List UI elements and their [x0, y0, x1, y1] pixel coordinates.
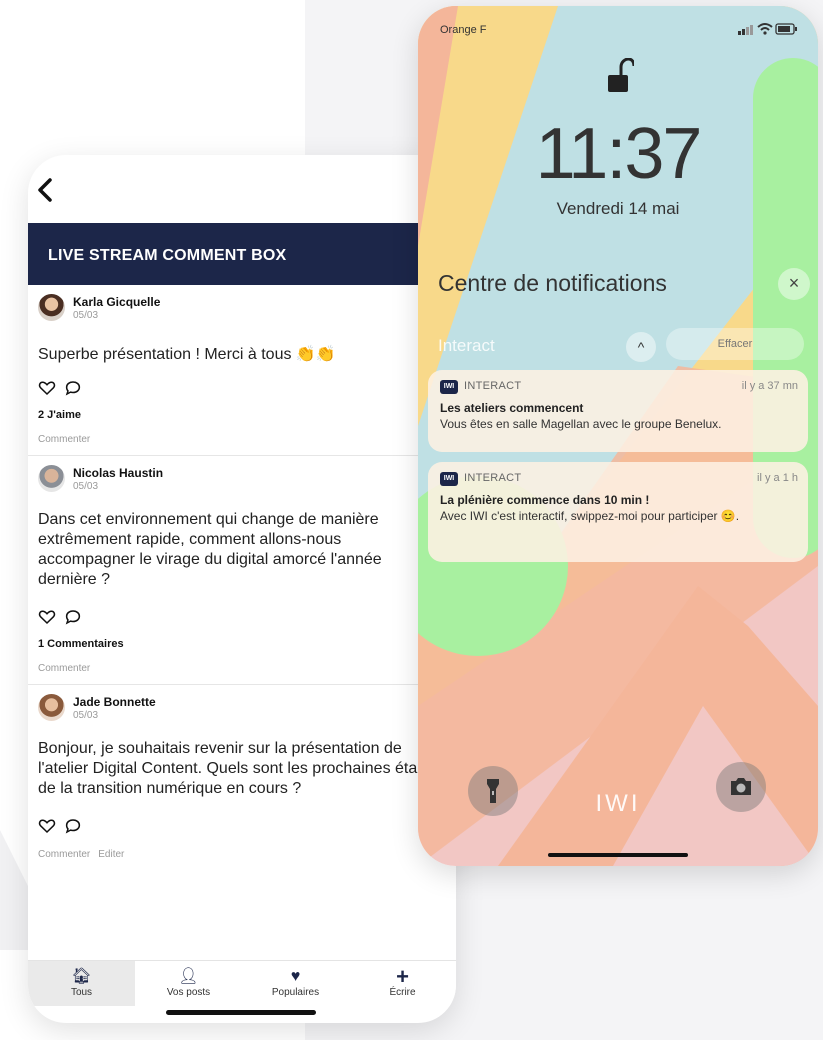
plus-icon: +	[396, 964, 409, 989]
unlocked-icon	[608, 58, 634, 92]
heart-icon: ♥	[290, 968, 301, 985]
comment-post: Nicolas Haustin 05/03 Dans cet environne…	[28, 456, 456, 685]
avatar	[38, 294, 65, 321]
collapse-button[interactable]: ^	[626, 332, 656, 362]
comment-icon[interactable]	[64, 379, 82, 397]
notification-time: il y a 37 mn	[741, 380, 798, 392]
tab-populaires[interactable]: ♥ Populaires	[242, 961, 349, 1006]
chevron-up-icon: ^	[637, 339, 645, 355]
home-icon: 🏠︎	[71, 968, 92, 985]
notification-card[interactable]: IWI INTERACT il y a 37 mn Les ateliers c…	[428, 370, 808, 452]
lockscreen-phone: Orange F 11:37 Vendredi 14 mai Centre de…	[418, 6, 818, 866]
heart-icon[interactable]	[38, 817, 56, 835]
back-button[interactable]	[36, 177, 66, 211]
avatar	[38, 694, 65, 721]
post-text: Bonjour, je souhaitais revenir sur la pr…	[38, 740, 444, 797]
tab-label: Écrire	[389, 987, 416, 998]
battery-icon	[775, 23, 797, 35]
home-indicator[interactable]	[166, 1010, 316, 1015]
notification-body: Avec IWI c'est interactif, swippez-moi p…	[440, 509, 740, 523]
notification-title: La plénière commence dans 10 min !	[440, 493, 650, 507]
user-icon: 👤︎	[178, 968, 199, 985]
avatar	[38, 465, 65, 492]
page-title: LIVE STREAM COMMENT BOX	[28, 223, 456, 285]
close-button[interactable]: ×	[778, 268, 810, 300]
tab-ecrire[interactable]: + Écrire	[349, 961, 456, 1006]
notification-time: il y a 1 h	[757, 472, 798, 484]
post-text: Superbe présentation ! Merci à tous 👏👏	[38, 346, 336, 363]
comment-app-phone: LIVE STREAM COMMENT BOX Karla Gicquelle …	[28, 155, 456, 1023]
status-icons	[738, 23, 797, 35]
clear-button[interactable]: Effacer	[666, 328, 804, 360]
comment-feed: Karla Gicquelle 05/03 Superbe présentati…	[28, 285, 456, 863]
post-date: 05/03	[73, 481, 99, 492]
comment-link[interactable]: Commenter	[38, 849, 90, 863]
heart-icon[interactable]	[38, 608, 56, 626]
notification-app-name: INTERACT	[464, 472, 522, 484]
tab-label: Vos posts	[166, 987, 211, 998]
notification-body: Vous êtes en salle Magellan avec le grou…	[440, 417, 722, 431]
post-date: 05/03	[73, 310, 99, 321]
post-date: 05/03	[73, 710, 99, 721]
wifi-icon	[757, 23, 773, 35]
notification-center-title: Centre de notifications	[438, 270, 667, 296]
tab-label: Populaires	[271, 987, 320, 998]
app-icon: IWI	[440, 472, 458, 486]
notification-group-label: Interact	[438, 336, 495, 355]
home-indicator[interactable]	[548, 853, 688, 857]
signal-icon	[738, 25, 753, 35]
comment-icon[interactable]	[64, 817, 82, 835]
edit-link[interactable]: Editer	[98, 849, 124, 863]
carrier-label: Orange F	[440, 24, 487, 36]
author-name: Nicolas Haustin	[73, 466, 164, 480]
heart-icon[interactable]	[38, 379, 56, 397]
comment-link[interactable]: Commenter	[38, 663, 90, 677]
bottom-tab-bar: 🏠︎ Tous 👤︎ Vos posts ♥ Populaires + Écri…	[28, 960, 456, 1006]
comment-post: Karla Gicquelle 05/03 Superbe présentati…	[28, 285, 456, 456]
comment-link[interactable]: Commenter	[38, 434, 90, 448]
author-name: Jade Bonnette	[73, 695, 156, 709]
likes-count: 2 J'aime	[38, 409, 81, 421]
top-bar	[28, 155, 456, 223]
chevron-left-icon	[38, 178, 52, 202]
lock-date: Vendredi 14 mai	[556, 199, 680, 218]
notification-card[interactable]: IWI INTERACT il y a 1 h La plénière comm…	[428, 462, 808, 562]
post-text: Dans cet environnement qui change de man…	[38, 511, 382, 588]
author-name: Karla Gicquelle	[73, 295, 161, 309]
comments-count[interactable]: 1 Commentaires	[38, 638, 456, 652]
tab-label: Tous	[70, 987, 93, 998]
notification-app-name: INTERACT	[464, 380, 522, 392]
close-icon: ×	[788, 273, 800, 293]
lock-time: 11:37	[535, 114, 703, 194]
comment-post: Jade Bonnette 05/03 Bonjour, je souhaita…	[28, 685, 456, 863]
comment-icon[interactable]	[64, 608, 82, 626]
notification-title: Les ateliers commencent	[440, 401, 584, 415]
tab-vos-posts[interactable]: 👤︎ Vos posts	[135, 961, 242, 1006]
brand-logo: IWI	[595, 790, 641, 817]
app-icon: IWI	[440, 380, 458, 394]
tab-tous[interactable]: 🏠︎ Tous	[28, 961, 135, 1006]
